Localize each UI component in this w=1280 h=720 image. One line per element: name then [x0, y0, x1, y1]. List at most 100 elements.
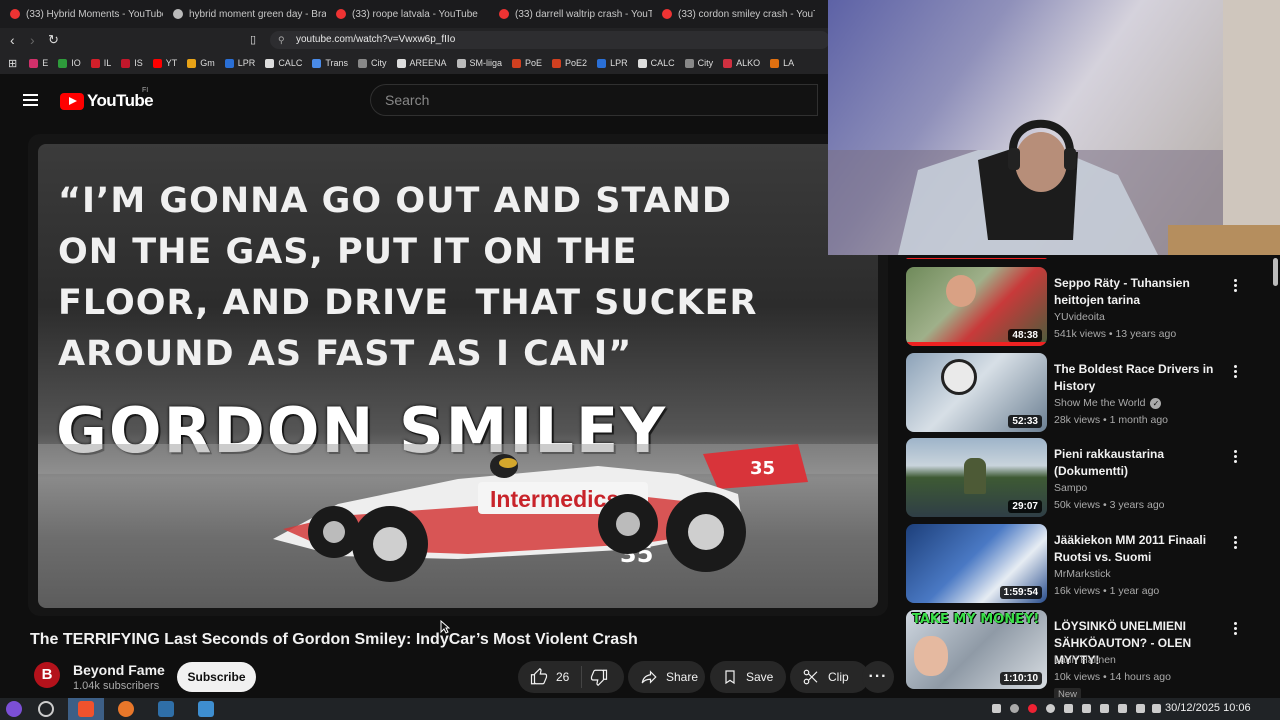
record-icon[interactable]	[1028, 704, 1037, 713]
bookmark-item[interactable]: LPR	[224, 58, 255, 68]
bookmark-item[interactable]: LA	[770, 58, 794, 68]
dislike-button[interactable]	[582, 668, 616, 686]
steam-icon[interactable]	[158, 701, 174, 717]
bookmark-item[interactable]: YT	[152, 58, 177, 68]
network-icon[interactable]	[1136, 704, 1145, 713]
video-thumbnail[interactable]: 1:59:54	[906, 524, 1047, 603]
sidebar-scrollbar[interactable]	[1272, 255, 1280, 698]
more-vertical-icon[interactable]	[1234, 279, 1238, 294]
list-item[interactable]: 48:38 Seppo Räty - Tuhansien heittojen t…	[906, 267, 1266, 347]
bookmark-item[interactable]: City	[358, 58, 387, 68]
more-actions-button[interactable]: ···	[862, 661, 894, 693]
video-player[interactable]: “I’M GONNA GO OUT AND STAND ON THE GAS, …	[28, 134, 888, 616]
tray-app-icon[interactable]	[1082, 704, 1091, 713]
clock[interactable]: 30/12/2025 10:06	[1165, 702, 1251, 714]
browser-tab[interactable]: (33) Hybrid Moments - YouTube	[0, 0, 163, 28]
menu-icon[interactable]	[23, 94, 38, 106]
subscribe-button[interactable]: Subscribe	[177, 662, 256, 692]
browser-tab[interactable]: (33) darrell waltrip crash - YouTu	[489, 0, 652, 28]
more-vertical-icon[interactable]	[1234, 622, 1238, 637]
file-manager-icon[interactable]	[198, 701, 214, 717]
bookmark-item[interactable]: LPR	[597, 58, 628, 68]
bookmark-item[interactable]: IS	[121, 58, 143, 68]
bookmark-label: CALC	[278, 58, 303, 68]
bookmark-item[interactable]: ALKO	[723, 58, 760, 68]
channel-name[interactable]: Sampo	[1054, 482, 1087, 494]
youtube-wordmark: YouTube	[87, 91, 154, 110]
bookmark-page-icon[interactable]: ▯	[250, 32, 256, 48]
list-item[interactable]: 1:59:54 Jääkiekon MM 2011 Finaali Ruotsi…	[906, 524, 1266, 604]
forward-icon[interactable]: ›	[30, 32, 35, 48]
bookmark-item[interactable]: AREENA	[396, 58, 447, 68]
clip-button[interactable]: Clip	[790, 661, 869, 693]
bookmark-item[interactable]: CALC	[265, 58, 302, 68]
search-placeholder: Search	[385, 92, 430, 108]
steam-like-app-icon[interactable]	[38, 701, 54, 717]
video-title[interactable]: Jääkiekon MM 2011 Finaali Ruotsi vs. Suo…	[1054, 532, 1234, 566]
firefox-icon[interactable]	[118, 701, 134, 717]
bookmark-item[interactable]: IO	[58, 58, 81, 68]
clip-label: Clip	[828, 670, 849, 684]
bookmark-item[interactable]: CALC	[637, 58, 675, 68]
bookmark-item[interactable]: PoE	[512, 58, 542, 68]
start-menu-icon[interactable]	[6, 701, 22, 717]
video-thumbnail[interactable]: 29:07	[906, 438, 1047, 517]
browser-tab[interactable]: (33) roope latvala - YouTube	[326, 0, 489, 28]
browser-tab[interactable]: hybrid moment green day - Brav	[163, 0, 326, 28]
video-thumbnail[interactable]: 52:33	[906, 353, 1047, 432]
youtube-logo[interactable]: YouTube	[60, 91, 154, 111]
tray-app-icon[interactable]	[1046, 704, 1055, 713]
bookmark-item[interactable]: IL	[90, 58, 112, 68]
sidebar-scrollbar-thumb[interactable]	[1273, 258, 1278, 286]
bookmark-item[interactable]: PoE2	[552, 58, 587, 68]
like-button[interactable]: 26	[518, 666, 582, 688]
duration-badge: 1:59:54	[999, 586, 1042, 599]
url-field[interactable]: ⚲ youtube.com/watch?v=Vwxw6p_fIIo	[270, 31, 830, 49]
reload-icon[interactable]: ↻	[48, 32, 59, 48]
video-title[interactable]: The Boldest Race Drivers in History	[1054, 361, 1234, 395]
video-thumbnail[interactable]: 48:38	[906, 267, 1047, 346]
video-title[interactable]: Pieni rakkaustarina (Dokumentti)	[1054, 446, 1234, 480]
like-count: 26	[556, 670, 570, 684]
bookmark-item[interactable]: Gm	[187, 58, 215, 68]
more-vertical-icon[interactable]	[1234, 365, 1238, 380]
microphone-icon[interactable]	[1118, 704, 1127, 713]
bookmark-favicon-icon	[29, 58, 39, 68]
list-item[interactable]: TAKE MY MONEY! 1:10:10 LÖYSINKÖ UNELMIEN…	[906, 610, 1266, 698]
channel-name[interactable]: Lauri Halinen	[1054, 654, 1116, 666]
list-item[interactable]: 52:33 The Boldest Race Drivers in Histor…	[906, 353, 1266, 433]
bookmark-item[interactable]: E	[29, 58, 48, 68]
video-thumbnail[interactable]: TAKE MY MONEY! 1:10:10	[906, 610, 1047, 689]
save-button[interactable]: Save	[710, 661, 786, 693]
video-title[interactable]: Seppo Räty - Tuhansien heittojen tarina	[1054, 275, 1234, 309]
taskbar-active-app[interactable]	[68, 698, 104, 720]
bookmark-item[interactable]: City	[684, 58, 713, 68]
notification-icon[interactable]	[992, 704, 1001, 713]
bookmark-label: LPR	[610, 58, 628, 68]
clipboard-icon[interactable]	[1100, 704, 1109, 713]
more-vertical-icon[interactable]	[1234, 536, 1238, 551]
previous-item-progress	[906, 258, 1047, 259]
channel-name[interactable]: Show Me the World ✓	[1054, 397, 1162, 409]
list-item[interactable]: 29:07 Pieni rakkaustarina (Dokumentti) S…	[906, 438, 1266, 518]
channel-name[interactable]: Beyond Fame	[73, 662, 165, 678]
apps-grid-icon[interactable]: ⊞	[8, 57, 17, 70]
channel-avatar[interactable]: B	[34, 662, 60, 688]
tray-app-icon[interactable]	[1010, 704, 1019, 713]
tab-label: (33) cordon smiley crash - YouTu	[678, 8, 815, 20]
duration-badge: 29:07	[1008, 500, 1042, 513]
channel-label: Show Me the World	[1054, 397, 1146, 409]
back-icon[interactable]: ‹	[10, 32, 15, 48]
bookmark-item[interactable]: Trans	[312, 58, 348, 68]
bookmark-item[interactable]: SM-liiga	[456, 58, 502, 68]
search-input[interactable]: Search	[370, 84, 818, 116]
channel-name[interactable]: MrMarkstick	[1054, 568, 1111, 580]
more-vertical-icon[interactable]	[1234, 450, 1238, 465]
share-button[interactable]: Share	[628, 661, 705, 693]
channel-name[interactable]: YUvideoita	[1054, 311, 1105, 323]
volume-icon[interactable]	[1152, 704, 1161, 713]
browser-tab-active[interactable]: (33) cordon smiley crash - YouTu	[652, 0, 815, 28]
media-play-icon[interactable]	[1064, 704, 1073, 713]
site-info-icon[interactable]: ⚲	[278, 31, 285, 49]
bookmark-label: IL	[103, 58, 112, 68]
